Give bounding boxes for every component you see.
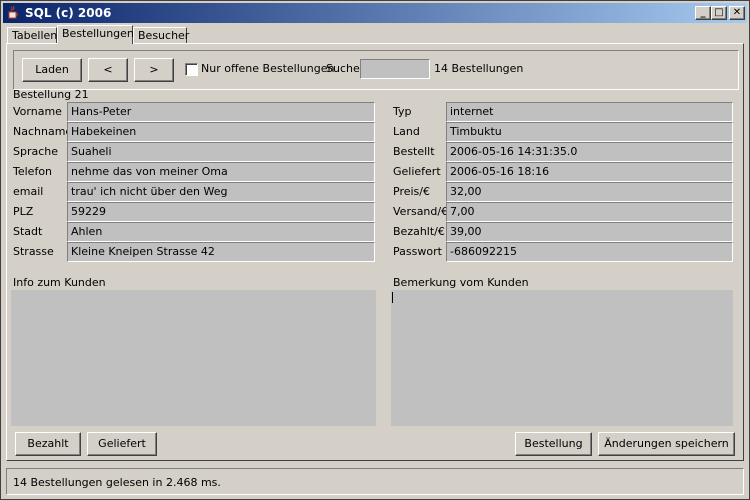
java-cup-icon [8, 6, 18, 19]
lastname-label: Nachname [13, 125, 73, 138]
tab-bestellungen[interactable]: Bestellungen [57, 25, 134, 44]
lastname-field[interactable]: Habekeinen [67, 122, 375, 142]
ordered-label: Bestellt [393, 145, 435, 158]
text-caret [392, 292, 393, 303]
next-button[interactable]: > [134, 58, 174, 82]
paid-amount-label: Bezahlt/€ [393, 225, 445, 238]
phone-label: Telefon [13, 165, 53, 178]
email-field[interactable]: trau' ich nicht über den Weg [67, 182, 375, 202]
maximize-button[interactable]: □ [711, 6, 727, 20]
app-window: SQL (c) 2006 _ □ ✕ Tabellen Bestellungen… [0, 0, 750, 500]
order-button[interactable]: Bestellung [515, 432, 592, 456]
phone-field[interactable]: nehme das von meiner Oma [67, 162, 375, 182]
shipping-label: Versand/€ [393, 205, 449, 218]
zip-label: PLZ [13, 205, 34, 218]
tab-tabellen[interactable]: Tabellen [7, 27, 57, 44]
type-label: Typ [393, 105, 412, 118]
open-orders-checkbox[interactable] [185, 63, 198, 76]
firstname-field[interactable]: Hans-Peter [67, 102, 375, 122]
minimize-button[interactable]: _ [695, 6, 711, 20]
status-bar: 14 Bestellungen gelesen in 2.468 ms. [6, 468, 744, 495]
type-field[interactable]: internet [446, 102, 733, 122]
street-label: Strasse [13, 245, 54, 258]
tab-besucher[interactable]: Besucher [133, 27, 189, 44]
customer-info-textarea[interactable] [11, 290, 376, 426]
city-field[interactable]: Ahlen [67, 222, 375, 242]
street-field[interactable]: Kleine Kneipen Strasse 42 [67, 242, 375, 262]
previous-button[interactable]: < [88, 58, 128, 82]
search-input[interactable] [360, 59, 430, 79]
title-bar[interactable]: SQL (c) 2006 _ □ ✕ [3, 3, 747, 23]
customer-remark-label: Bemerkung vom Kunden [393, 276, 529, 289]
delivered-date-field[interactable]: 2006-05-16 18:16 [446, 162, 733, 182]
shipping-field[interactable]: 7,00 [446, 202, 733, 222]
email-label: email [13, 185, 44, 198]
password-label: Passwort [393, 245, 442, 258]
customer-info-label: Info zum Kunden [13, 276, 106, 289]
toolbar: Laden < > Nur offene Bestellungen Suche … [13, 50, 739, 90]
save-changes-button[interactable]: Änderungen speichern [598, 432, 735, 456]
city-label: Stadt [13, 225, 43, 238]
load-button[interactable]: Laden [22, 58, 82, 82]
search-label: Suche [326, 62, 360, 75]
orders-panel: Laden < > Nur offene Bestellungen Suche … [6, 43, 744, 461]
country-label: Land [393, 125, 420, 138]
close-button[interactable]: ✕ [729, 6, 745, 20]
window-title: SQL (c) 2006 [25, 6, 112, 20]
order-count: 14 Bestellungen [434, 62, 524, 75]
order-heading: Bestellung 21 [13, 88, 89, 101]
zip-field[interactable]: 59229 [67, 202, 375, 222]
customer-remark-textarea[interactable] [391, 290, 733, 426]
price-label: Preis/€ [393, 185, 430, 198]
paid-amount-field[interactable]: 39,00 [446, 222, 733, 242]
language-label: Sprache [13, 145, 59, 158]
delivered-date-label: Geliefert [393, 165, 441, 178]
price-field[interactable]: 32,00 [446, 182, 733, 202]
firstname-label: Vorname [13, 105, 62, 118]
ordered-field[interactable]: 2006-05-16 14:31:35.0 [446, 142, 733, 162]
status-text: 14 Bestellungen gelesen in 2.468 ms. [13, 476, 221, 489]
country-field[interactable]: Timbuktu [446, 122, 733, 142]
language-field[interactable]: Suaheli [67, 142, 375, 162]
action-bar: Bezahlt Geliefert Bestellung Änderungen … [13, 428, 739, 460]
delivered-button[interactable]: Geliefert [87, 432, 157, 456]
open-orders-label: Nur offene Bestellungen [201, 62, 335, 75]
password-field[interactable]: -686092215 [446, 242, 733, 262]
paid-button[interactable]: Bezahlt [15, 432, 81, 456]
